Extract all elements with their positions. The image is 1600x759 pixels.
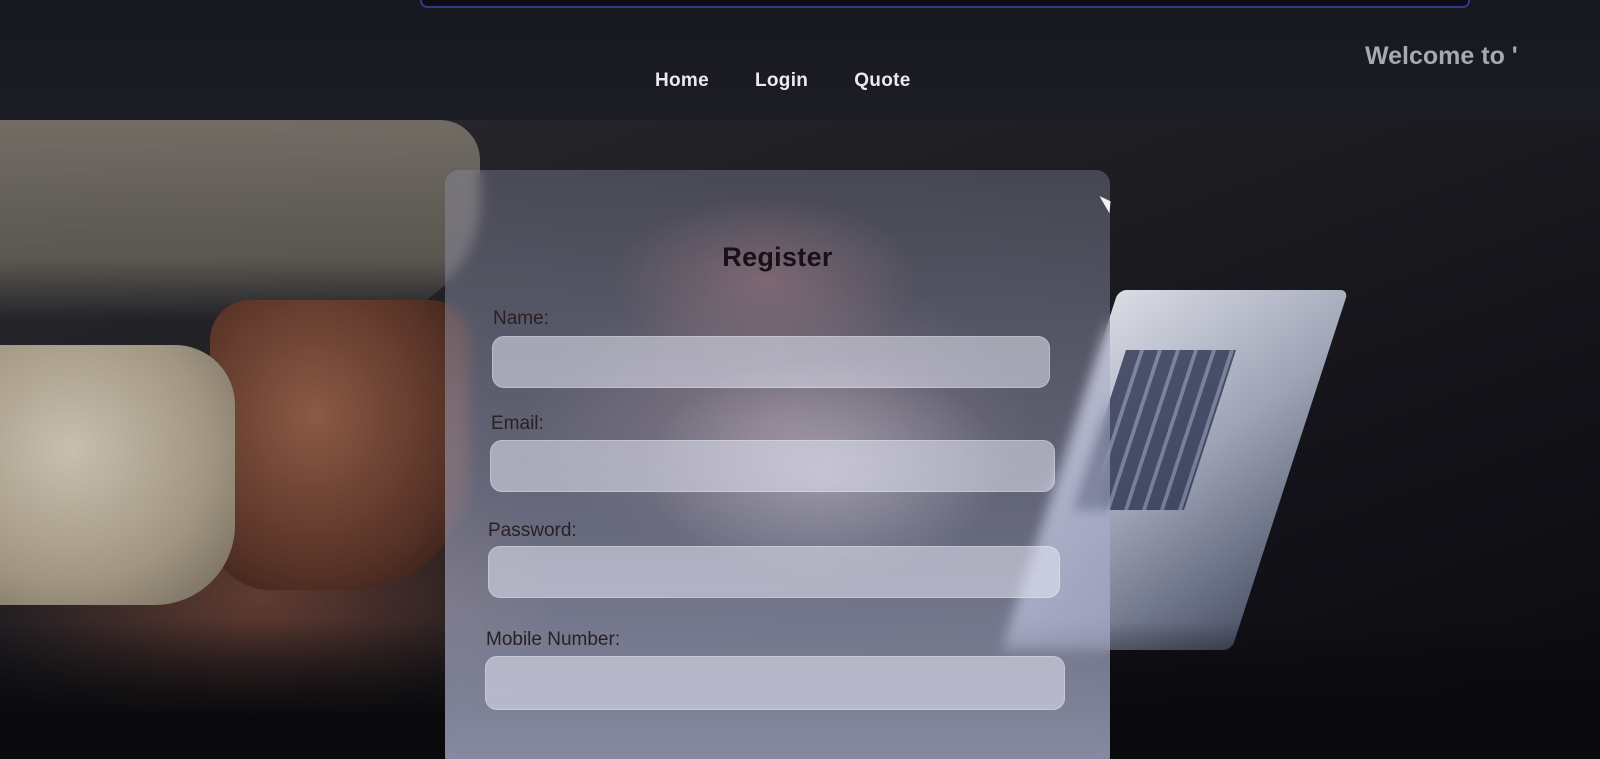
nav-login-link[interactable]: Login <box>755 70 808 92</box>
mobile-number-label: Mobile Number: <box>486 629 621 650</box>
browser-top-strip <box>420 0 1470 8</box>
name-label: Name: <box>493 308 549 329</box>
nav-quote-link[interactable]: Quote <box>854 70 910 92</box>
site-header: Home Login Quote Welcome to ' <box>0 0 1600 120</box>
email-label: Email: <box>491 413 544 434</box>
background-arm-shape <box>210 300 470 590</box>
password-label: Password: <box>488 520 577 541</box>
register-card: Register Name: Email: Password: Mobile N… <box>445 170 1110 759</box>
background-cuff-shape <box>0 345 235 605</box>
nav-home-link[interactable]: Home <box>655 70 709 92</box>
screen: Home Login Quote Welcome to ' Register N… <box>0 0 1600 759</box>
welcome-banner-text: Welcome to ' <box>1365 42 1518 70</box>
name-input[interactable] <box>492 336 1050 388</box>
background-sleeve-shape <box>0 120 480 320</box>
main-nav: Home Login Quote <box>655 70 911 92</box>
register-title: Register <box>722 242 833 272</box>
email-input[interactable] <box>490 440 1055 492</box>
mobile-number-input[interactable] <box>485 656 1065 710</box>
password-input[interactable] <box>488 546 1060 598</box>
